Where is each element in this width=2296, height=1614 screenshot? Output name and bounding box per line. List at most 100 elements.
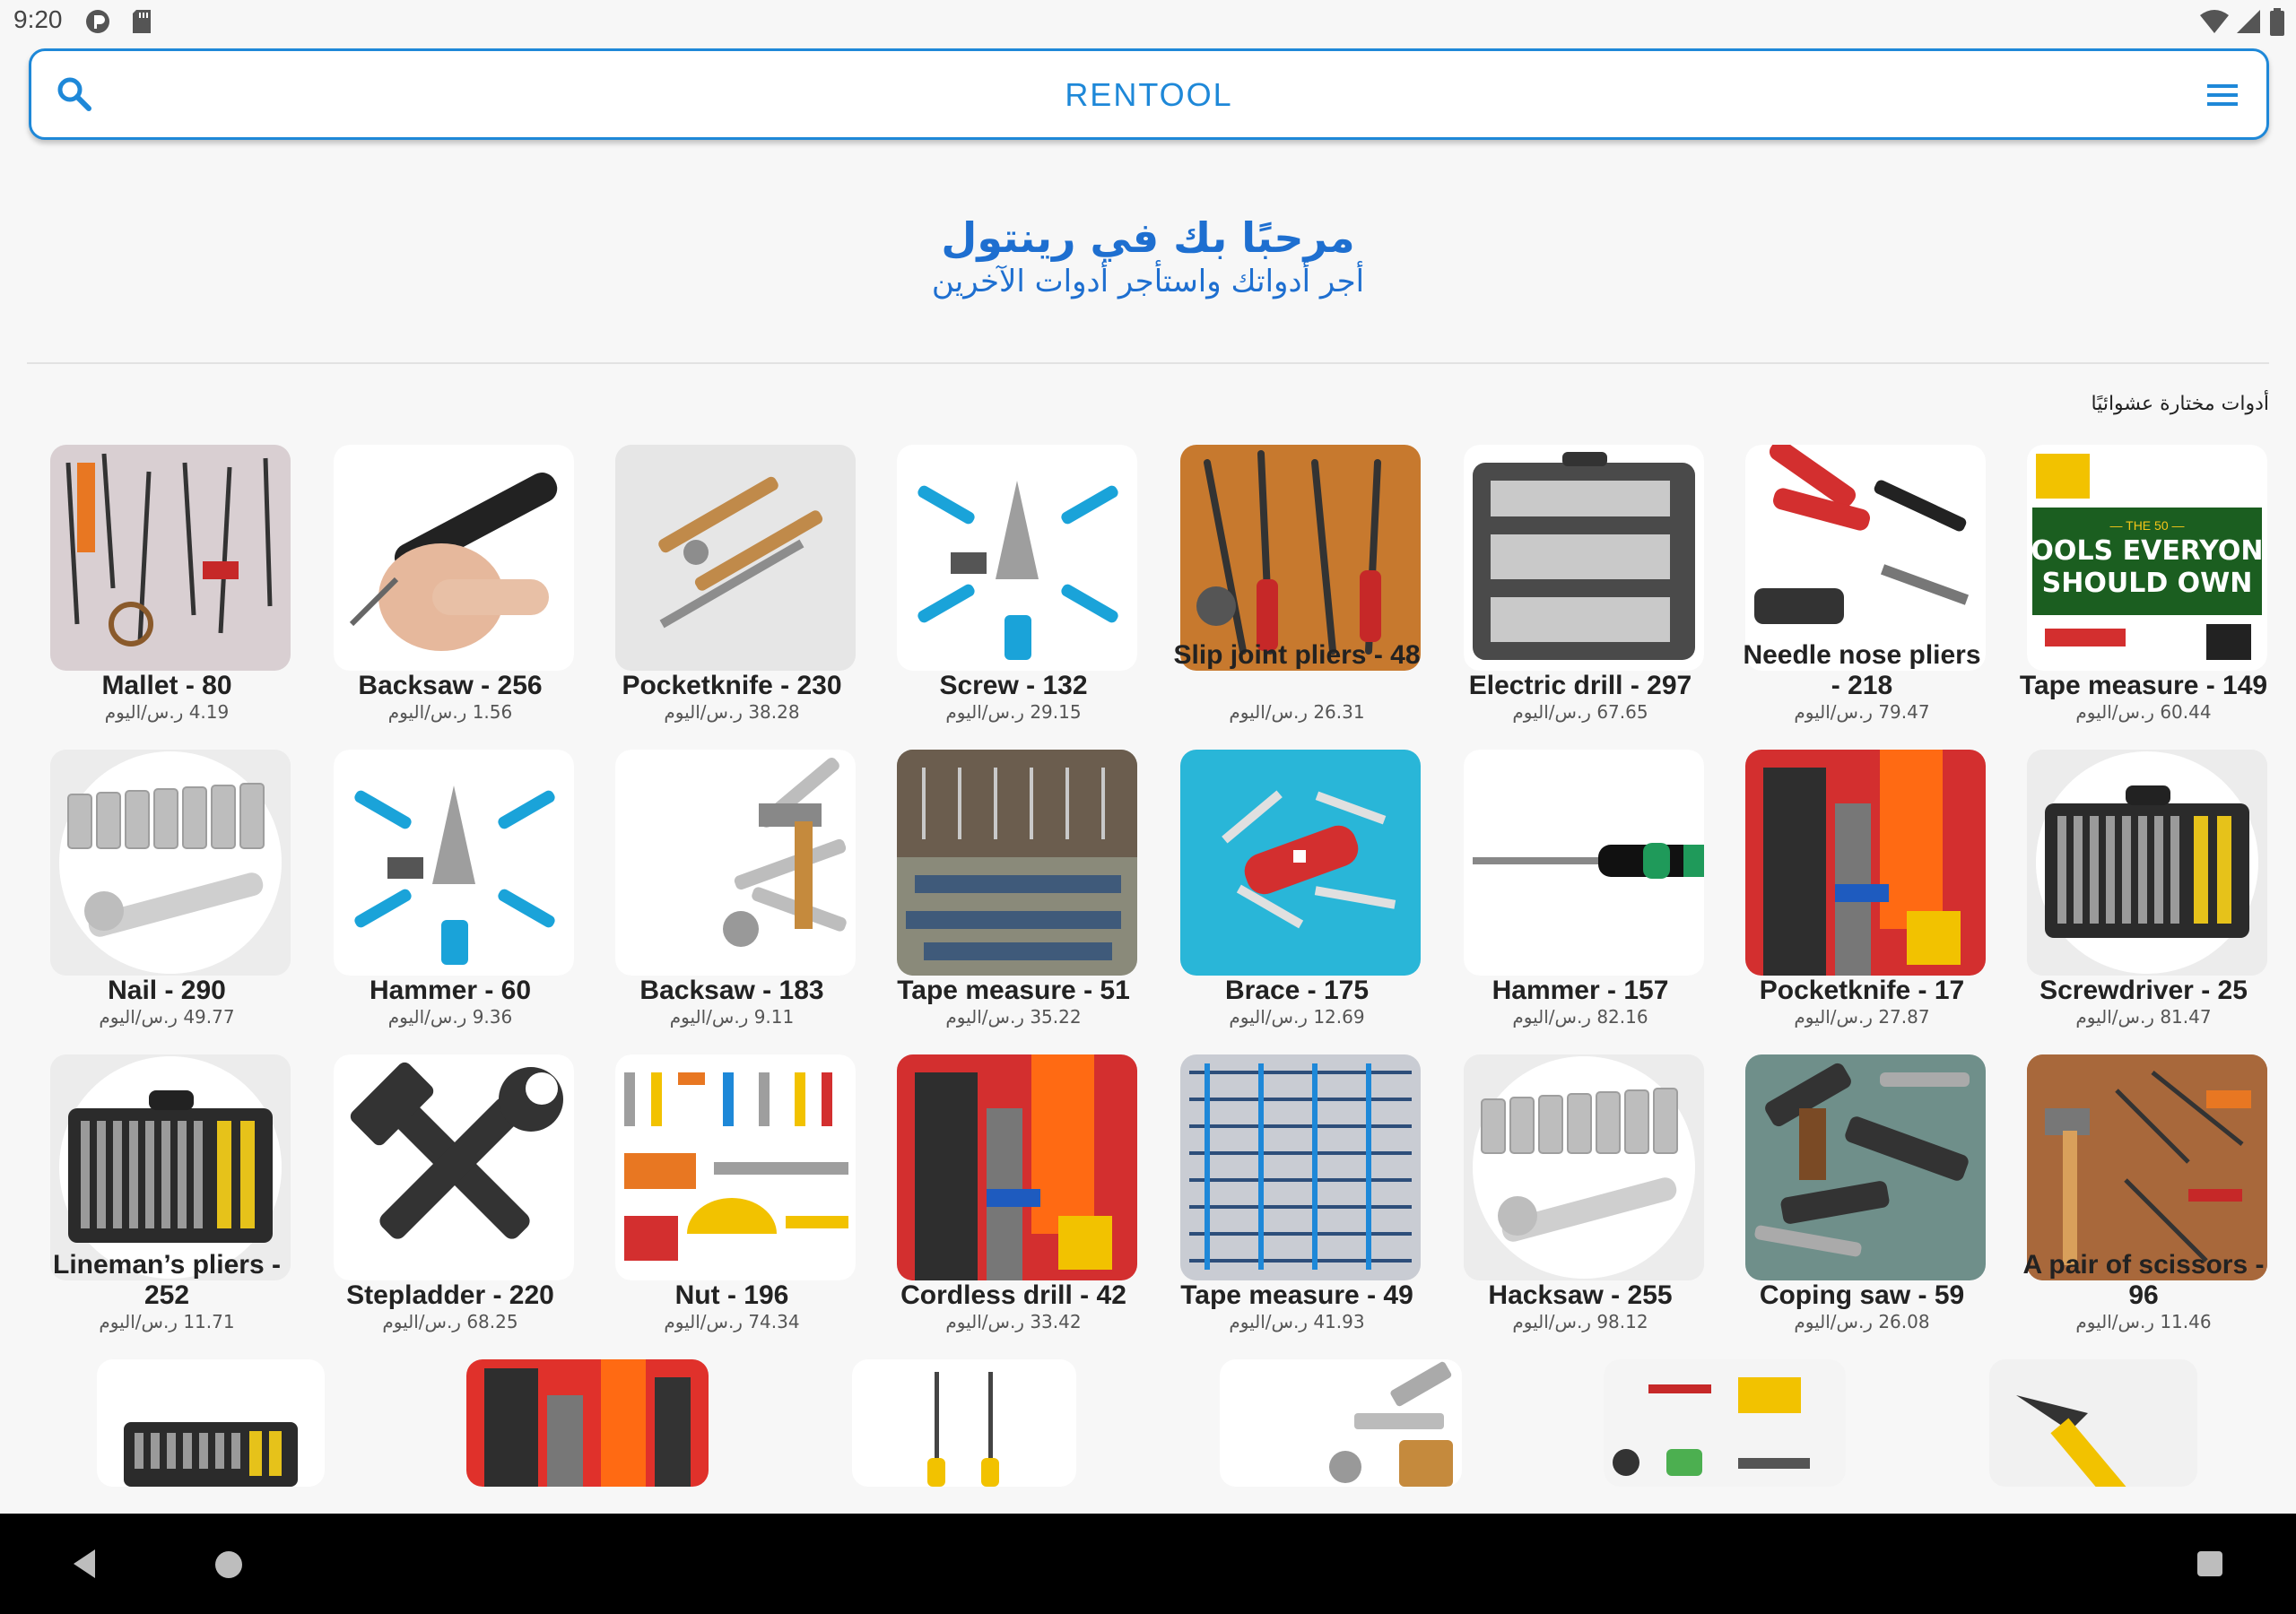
back-button[interactable] bbox=[70, 1548, 99, 1584]
tool-name: Backsaw - 256 bbox=[358, 671, 543, 700]
tool-card[interactable]: Pocketknife - 230 38.28 ر.س/اليوم bbox=[597, 439, 866, 735]
tool-name: Hacksaw - 255 bbox=[1488, 1280, 1673, 1310]
tool-price: 4.19 ر.س/اليوم bbox=[32, 701, 301, 723]
tool-image bbox=[50, 750, 291, 976]
partial-card-image[interactable] bbox=[466, 1359, 709, 1487]
home-button[interactable] bbox=[215, 1551, 242, 1578]
tool-image bbox=[615, 445, 856, 671]
tool-image bbox=[1180, 445, 1421, 671]
price-value: 4.19 bbox=[188, 701, 230, 723]
price-unit: ر.س/اليوم bbox=[945, 1311, 1024, 1332]
price-unit: ر.س/اليوم bbox=[1512, 701, 1591, 723]
tool-card[interactable]: Backsaw - 183 9.11 ر.س/اليوم bbox=[597, 744, 866, 1040]
tool-price: 9.11 ر.س/اليوم bbox=[597, 1006, 866, 1028]
tool-card[interactable]: Screwdriver - 25 81.47 ر.س/اليوم bbox=[2009, 744, 2278, 1040]
price-unit: ر.س/اليوم bbox=[945, 701, 1024, 723]
tool-price: 1.56 ر.س/اليوم bbox=[316, 701, 585, 723]
svg-text:TOOLS EVERYONE: TOOLS EVERYONE bbox=[2027, 535, 2267, 567]
tool-price: 26.31 ر.س/اليوم bbox=[1162, 701, 1431, 723]
tool-card[interactable]: Hammer - 60 9.36 ر.س/اليوم bbox=[316, 744, 585, 1040]
price-value: 26.31 bbox=[1313, 701, 1365, 723]
price-value: 9.11 bbox=[753, 1006, 795, 1028]
tool-card[interactable]: Tape measure - 51 35.22 ر.س/اليوم bbox=[879, 744, 1148, 1040]
tool-card[interactable]: Stepladder - 220 68.25 ر.س/اليوم bbox=[316, 1049, 585, 1345]
section-label: أدوات مختارة عشوائيًا bbox=[2091, 393, 2269, 415]
tool-price: 35.22 ر.س/اليوم bbox=[879, 1006, 1148, 1028]
tool-name: Lineman’s pliers - 252 bbox=[53, 1250, 281, 1310]
tool-card[interactable]: Pocketknife - 17 27.87 ر.س/اليوم bbox=[1727, 744, 1996, 1040]
tool-price: 33.42 ر.س/اليوم bbox=[879, 1311, 1148, 1332]
tool-card[interactable]: Tape measure - 49 41.93 ر.س/اليوم bbox=[1162, 1049, 1431, 1345]
tool-card[interactable]: Nail - 290 49.77 ر.س/اليوم bbox=[32, 744, 301, 1040]
tool-card[interactable]: Nut - 196 74.34 ر.س/اليوم bbox=[597, 1049, 866, 1345]
tool-card[interactable]: A pair of scissors - 96 11.46 ر.س/اليوم bbox=[2009, 1049, 2278, 1345]
recents-button[interactable] bbox=[2197, 1551, 2222, 1576]
tool-name: Hammer - 157 bbox=[1492, 976, 1669, 1005]
tool-name: Pocketknife - 17 bbox=[1759, 976, 1965, 1005]
tool-card[interactable]: Hammer - 157 82.16 ر.س/اليوم bbox=[1446, 744, 1715, 1040]
app-notification-icon bbox=[84, 8, 111, 39]
partial-card-image[interactable] bbox=[1604, 1359, 1846, 1487]
partial-card-image[interactable] bbox=[97, 1359, 325, 1487]
app-title: RENTOOL bbox=[1065, 76, 1233, 113]
partial-card-image[interactable] bbox=[852, 1359, 1076, 1487]
tool-card[interactable]: Screw - 132 29.15 ر.س/اليوم bbox=[879, 439, 1148, 735]
tool-card[interactable]: Backsaw - 256 1.56 ر.س/اليوم bbox=[316, 439, 585, 735]
tool-price: 11.71 ر.س/اليوم bbox=[32, 1311, 301, 1332]
tool-name: Tape measure - 149 bbox=[2019, 671, 2268, 700]
tool-name: Nail - 290 bbox=[108, 976, 226, 1005]
price-unit: ر.س/اليوم bbox=[1229, 1006, 1308, 1028]
tool-card[interactable]: Electric drill - 297 67.65 ر.س/اليوم bbox=[1446, 439, 1715, 735]
price-unit: ر.س/اليوم bbox=[99, 1006, 178, 1028]
svg-text:SHOULD OWN: SHOULD OWN bbox=[2042, 568, 2253, 599]
price-value: 26.08 bbox=[1878, 1311, 1930, 1332]
tool-image bbox=[1464, 1054, 1704, 1280]
tool-name: Tape measure - 51 bbox=[897, 976, 1130, 1005]
tool-image bbox=[334, 445, 574, 671]
tool-price: 26.08 ر.س/اليوم bbox=[1727, 1311, 1996, 1332]
menu-button[interactable] bbox=[2204, 76, 2241, 114]
partial-card-image[interactable] bbox=[1220, 1359, 1462, 1487]
tool-card[interactable]: Lineman’s pliers - 252 11.71 ر.س/اليوم bbox=[32, 1049, 301, 1345]
tool-image bbox=[615, 1054, 856, 1280]
sd-card-icon bbox=[131, 8, 152, 39]
tool-card[interactable]: Hacksaw - 255 98.12 ر.س/اليوم bbox=[1446, 1049, 1715, 1345]
tool-price: 38.28 ر.س/اليوم bbox=[597, 701, 866, 723]
tool-name: Electric drill - 297 bbox=[1468, 671, 1692, 700]
tool-name: Slip joint pliers - 48 bbox=[1173, 640, 1421, 670]
tool-card[interactable]: Mallet - 80 4.19 ر.س/اليوم bbox=[32, 439, 301, 735]
price-value: 67.65 bbox=[1596, 701, 1648, 723]
tool-name: Tape measure - 49 bbox=[1180, 1280, 1413, 1310]
price-value: 1.56 bbox=[472, 701, 513, 723]
battery-icon bbox=[2269, 8, 2285, 40]
status-bar: 9:20 bbox=[0, 0, 2296, 45]
tool-name: Cordless drill - 42 bbox=[900, 1280, 1126, 1310]
tool-price: 81.47 ر.س/اليوم bbox=[2009, 1006, 2278, 1028]
tool-price: 67.65 ر.س/اليوم bbox=[1446, 701, 1715, 723]
tool-card[interactable]: Brace - 175 12.69 ر.س/اليوم bbox=[1162, 744, 1431, 1040]
svg-text:— THE 50 —: — THE 50 — bbox=[2110, 518, 2185, 533]
tool-name: Brace - 175 bbox=[1224, 976, 1370, 1005]
tool-price: 68.25 ر.س/اليوم bbox=[316, 1311, 585, 1332]
tool-image bbox=[1180, 750, 1421, 976]
tool-price: 98.12 ر.س/اليوم bbox=[1446, 1311, 1715, 1332]
tool-image bbox=[334, 750, 574, 976]
tool-card[interactable]: Coping saw - 59 26.08 ر.س/اليوم bbox=[1727, 1049, 1996, 1345]
price-unit: ر.س/اليوم bbox=[387, 1006, 467, 1028]
price-unit: ر.س/اليوم bbox=[1794, 701, 1873, 723]
tool-name: Hammer - 60 bbox=[369, 976, 532, 1005]
tool-name: Pocketknife - 230 bbox=[622, 671, 842, 700]
tool-card[interactable]: Cordless drill - 42 33.42 ر.س/اليوم bbox=[879, 1049, 1148, 1345]
back-triangle-icon bbox=[74, 1549, 95, 1578]
tool-card[interactable]: Needle nose pliers - 218 79.47 ر.س/اليوم bbox=[1727, 439, 1996, 735]
price-unit: ر.س/اليوم bbox=[1229, 1311, 1308, 1332]
price-value: 9.36 bbox=[472, 1006, 513, 1028]
tool-image bbox=[50, 445, 291, 671]
tool-price: 79.47 ر.س/اليوم bbox=[1727, 701, 1996, 723]
price-unit: ر.س/اليوم bbox=[945, 1006, 1024, 1028]
tool-card[interactable]: — THE 50 — TOOLS EVERYONESHOULD OWN Tape m… bbox=[2009, 439, 2278, 735]
partial-card-image[interactable] bbox=[1989, 1359, 2197, 1487]
welcome-title: مرحبًا بك في رينتول bbox=[941, 213, 1355, 262]
price-value: 81.47 bbox=[2160, 1006, 2212, 1028]
tool-card[interactable]: Slip joint pliers - 48 26.31 ر.س/اليوم bbox=[1162, 439, 1431, 735]
